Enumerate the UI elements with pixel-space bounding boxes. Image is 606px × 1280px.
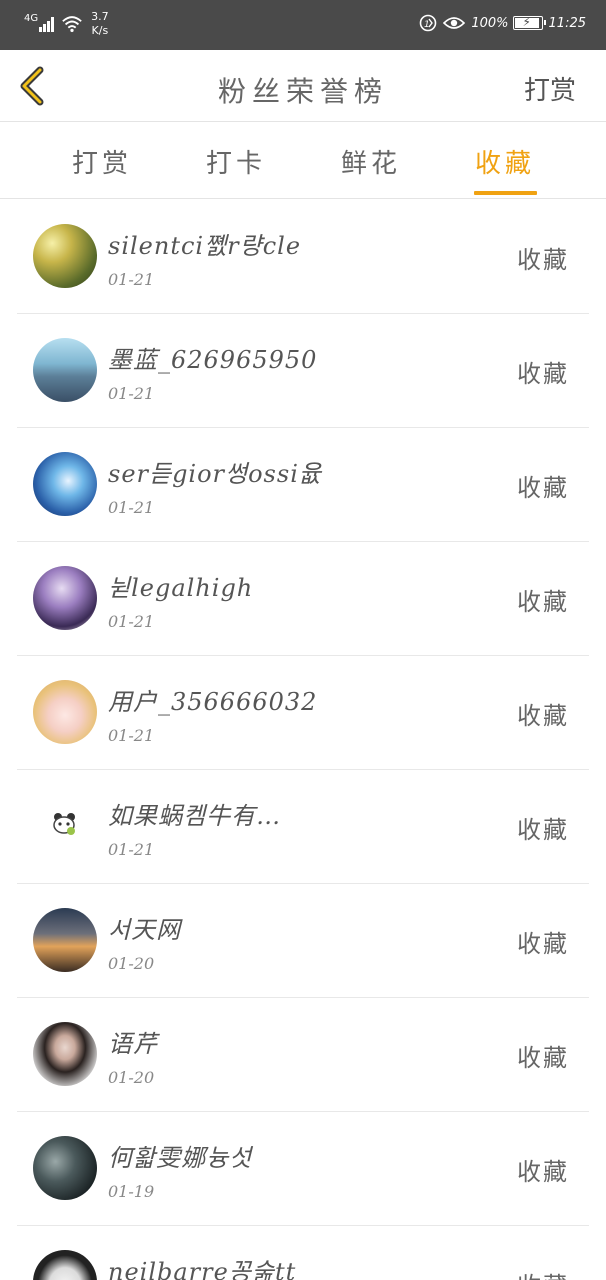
tab-checkin[interactable]: 打卡 — [176, 143, 296, 180]
list-item[interactable]: silentci쪬r량cle 01-21 收藏 — [17, 200, 589, 314]
fan-name: ser듣gior썽ossi윲 — [108, 460, 322, 488]
fan-action: 收藏 — [517, 702, 569, 730]
fan-date: 01-20 — [108, 954, 155, 973]
signal-icon — [39, 16, 55, 32]
fan-action: 收藏 — [517, 930, 569, 958]
avatar[interactable] — [33, 338, 97, 402]
list-item[interactable]: neilbarre꽁숦tt 收藏 — [17, 1226, 589, 1280]
fan-date: 01-19 — [108, 1182, 155, 1201]
fan-name: 用户_356666032 — [108, 688, 318, 716]
avatar[interactable] — [33, 1250, 97, 1280]
fan-name: 뉟legalhigh — [108, 574, 254, 602]
clock: 11:25 — [548, 15, 586, 31]
list-item[interactable]: 用户_356666032 01-21 收藏 — [17, 656, 589, 770]
list-item[interactable]: 如果蜗켐牛有… 01-21 收藏 — [17, 770, 589, 884]
fan-action: 收藏 — [517, 816, 569, 844]
fan-name: 墨蓝_626965950 — [108, 346, 318, 374]
fan-name: 如果蜗켐牛有… — [108, 802, 282, 830]
list-item[interactable]: ser듣gior썽ossi윲 01-21 收藏 — [17, 428, 589, 542]
fan-action: 收藏 — [517, 360, 569, 388]
fan-date: 01-21 — [108, 840, 155, 859]
fan-name: 语芹 — [108, 1030, 158, 1058]
fan-name: 서天网 — [108, 916, 182, 944]
fan-action: 收藏 — [517, 246, 569, 274]
fan-date: 01-21 — [108, 726, 155, 745]
list-item[interactable]: 墨蓝_626965950 01-21 收藏 — [17, 314, 589, 428]
fan-date: 01-21 — [108, 384, 155, 403]
tab-bar: 打赏 打卡 鲜花 收藏 — [0, 123, 606, 199]
avatar[interactable] — [33, 1136, 97, 1200]
avatar[interactable] — [33, 794, 97, 858]
fan-name: neilbarre꽁숦tt — [108, 1258, 297, 1280]
list-item[interactable]: 뉟legalhigh 01-21 收藏 — [17, 542, 589, 656]
active-tab-indicator — [474, 191, 537, 195]
panda-sticker-icon — [53, 813, 75, 835]
battery-percent: 100% — [471, 15, 509, 31]
fan-name: 何홟雯娜늉섯 — [108, 1144, 253, 1172]
tab-reward[interactable]: 打赏 — [42, 143, 162, 180]
fan-action: 收藏 — [517, 474, 569, 502]
fan-date: 01-21 — [108, 270, 155, 289]
avatar[interactable] — [33, 224, 97, 288]
network-type: 4G — [24, 12, 39, 24]
reward-button[interactable]: 打赏 — [524, 70, 576, 107]
fan-action: 收藏 — [517, 1044, 569, 1072]
avatar[interactable] — [33, 1022, 97, 1086]
eye-comfort-icon — [443, 17, 466, 29]
avatar[interactable] — [33, 908, 97, 972]
wifi-icon — [62, 16, 82, 33]
fan-action: 收藏 — [517, 1266, 569, 1280]
network-speed: 3.7 K/s — [91, 10, 109, 37]
app-header: 粉丝荣誉榜 打赏 — [0, 50, 606, 122]
page-title: 粉丝荣誉榜 — [217, 75, 388, 108]
fan-date: 01-21 — [108, 612, 155, 631]
tab-favorites[interactable]: 收藏 — [445, 143, 565, 180]
fan-list: silentci쪬r량cle 01-21 收藏 墨蓝_626965950 01-… — [17, 200, 589, 1280]
avatar[interactable] — [33, 566, 97, 630]
avatar[interactable] — [33, 452, 97, 516]
list-item[interactable]: 서天网 01-20 收藏 — [17, 884, 589, 998]
svg-text:1: 1 — [424, 20, 430, 30]
avatar[interactable] — [33, 680, 97, 744]
fan-date: 01-20 — [108, 1068, 155, 1087]
battery-icon: ⚡ — [512, 15, 546, 30]
fan-action: 收藏 — [517, 1158, 569, 1186]
fan-name: silentci쪬r량cle — [108, 232, 302, 260]
list-item[interactable]: 何홟雯娜늉섯 01-19 收藏 — [17, 1112, 589, 1226]
list-item[interactable]: 语芹 01-20 收藏 — [17, 998, 589, 1112]
tab-flowers[interactable]: 鲜花 — [311, 143, 431, 180]
fan-date: 01-21 — [108, 498, 155, 517]
data-saver-icon: 1 — [420, 14, 437, 32]
status-bar: 4G 3.7 K/s 1 100% ⚡ 11:25 — [0, 0, 606, 50]
fan-action: 收藏 — [517, 588, 569, 616]
